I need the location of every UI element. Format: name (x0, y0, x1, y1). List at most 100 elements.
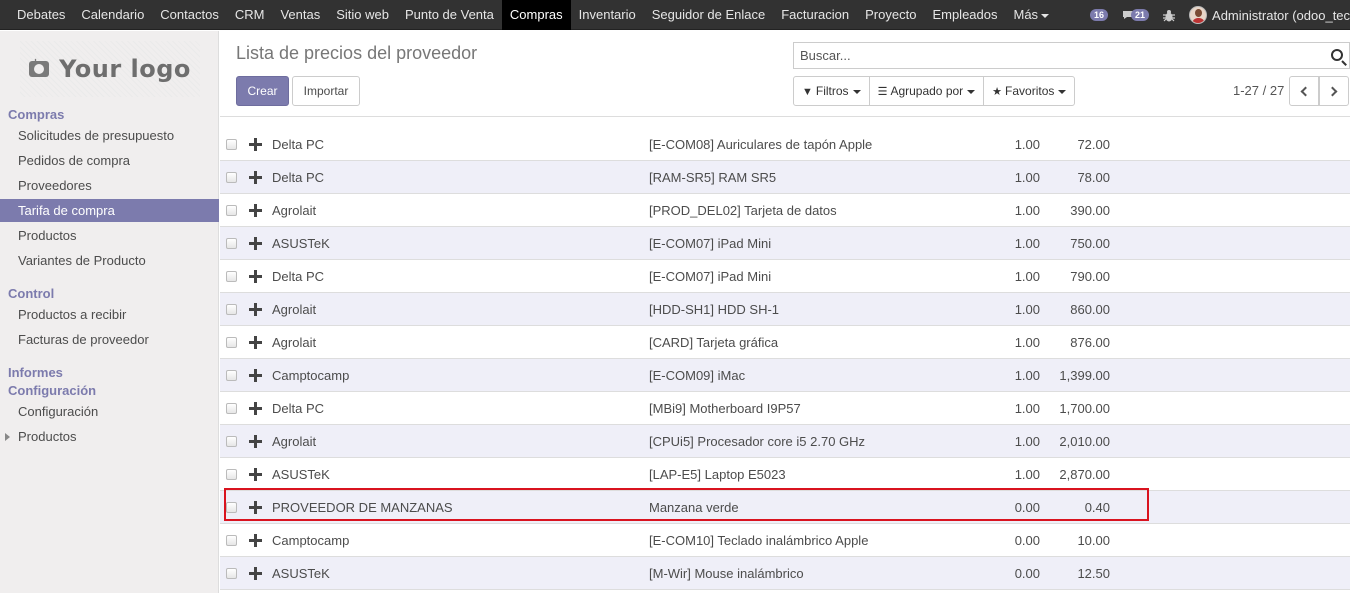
row-checkbox[interactable] (226, 139, 237, 150)
price-cell: 750.00 (1070, 236, 1110, 251)
caret-right-icon (5, 433, 10, 441)
messages-count-badge: 21 (1131, 9, 1150, 21)
drag-handle-icon[interactable] (249, 468, 262, 481)
pager-previous-button[interactable] (1289, 76, 1319, 106)
drag-handle-icon[interactable] (249, 336, 262, 349)
app-menu-item[interactable]: Punto de Venta (397, 0, 502, 30)
groupby-dropdown[interactable]: ☰ Agrupado por (870, 77, 985, 105)
row-checkbox[interactable] (226, 205, 237, 216)
app-menu-item[interactable]: Ventas (272, 0, 328, 30)
search-input[interactable] (794, 43, 1314, 68)
highlight-box (224, 488, 1149, 521)
company-logo[interactable]: + Your logo (20, 41, 200, 97)
vendor-cell: Agrolait (272, 335, 317, 350)
quantity-cell: 1.00 (1014, 368, 1040, 383)
import-button[interactable]: Importar (292, 76, 360, 106)
drag-handle-icon[interactable] (249, 534, 262, 547)
sidebar-item[interactable]: Solicitudes de presupuesto (0, 124, 219, 147)
app-menu-item[interactable]: Contactos (152, 0, 227, 30)
table-row[interactable]: Delta PC [RAM-SR5] RAM SR5 1.00 78.00 (220, 161, 1350, 194)
sidebar-item[interactable]: Productos (0, 224, 219, 247)
sidebar-item[interactable]: Proveedores (0, 174, 219, 197)
row-checkbox[interactable] (226, 436, 237, 447)
star-icon: ★ (992, 86, 1003, 98)
drag-handle-icon[interactable] (249, 435, 262, 448)
row-checkbox[interactable] (226, 172, 237, 183)
app-menu-item[interactable]: Inventario (571, 0, 644, 30)
app-menu-item[interactable]: Debates (9, 0, 73, 30)
drag-handle-icon[interactable] (249, 138, 262, 151)
table-row[interactable]: ASUSTeK [M-Wir] Mouse inalámbrico 0.00 12.5… (220, 557, 1350, 590)
quantity-cell: 1.00 (1014, 401, 1040, 416)
pager-next-button[interactable] (1319, 76, 1349, 106)
avatar[interactable] (1189, 6, 1208, 24)
quantity-cell: 1.00 (1014, 467, 1040, 482)
row-checkbox[interactable] (226, 304, 237, 315)
table-row[interactable]: Delta PC [MBi9] Motherboard I9P57 1.00 1,70… (220, 392, 1350, 425)
app-menu-item[interactable]: CRM (227, 0, 273, 30)
drag-handle-icon[interactable] (249, 171, 262, 184)
row-checkbox[interactable] (226, 370, 237, 381)
table-row[interactable]: ASUSTeK [LAP-E5] Laptop E5023 1.00 2,870.00 (220, 458, 1350, 491)
table-row[interactable]: Agrolait [CARD] Tarjeta gráfica 1.00 876.00 (220, 326, 1350, 359)
drag-handle-icon[interactable] (249, 204, 262, 217)
table-row[interactable]: Agrolait [CPUi5] Procesador core i5 2.70 … (220, 425, 1350, 458)
debug-indicator[interactable] (1163, 0, 1176, 30)
table-row[interactable]: Agrolait [PROD_DEL02] Tarjeta de datos 1.0… (220, 194, 1350, 227)
sidebar-item[interactable]: Tarifa de compra (0, 199, 219, 222)
vendor-cell: ASUSTeK (272, 566, 330, 581)
sidebar-item[interactable]: Facturas de proveedor (0, 328, 219, 351)
create-button[interactable]: Crear (236, 76, 289, 106)
app-menu-item[interactable]: Más (1006, 0, 1058, 30)
discuss-count-badge: 16 (1090, 9, 1109, 21)
groupby-label: Agrupado por (890, 84, 964, 98)
sidebar-item[interactable]: Productos (0, 425, 219, 448)
quantity-cell: 1.00 (1014, 434, 1040, 449)
app-menu-item[interactable]: Proyecto (857, 0, 924, 30)
sidebar-item[interactable]: Pedidos de compra (0, 149, 219, 172)
row-checkbox[interactable] (226, 337, 237, 348)
row-checkbox[interactable] (226, 535, 237, 546)
sidebar-item[interactable]: Configuración (0, 400, 219, 423)
app-menu-item-label: Facturacion (781, 7, 850, 22)
messages-indicator[interactable]: 21 (1122, 0, 1150, 30)
table-row[interactable]: ASUSTeK [E-COM07] iPad Mini 1.00 750.00 (220, 227, 1350, 260)
drag-handle-icon[interactable] (249, 270, 262, 283)
table-row[interactable]: Camptocamp [E-COM09] iMac 1.00 1,399.00 (220, 359, 1350, 392)
drag-handle-icon[interactable] (249, 567, 262, 580)
price-cell: 790.00 (1070, 269, 1110, 284)
app-menu-item[interactable]: Facturacion (773, 0, 857, 30)
sidebar-item[interactable]: Variantes de Producto (0, 249, 219, 272)
vendor-cell: Delta PC (272, 401, 325, 416)
app-menu-item[interactable]: Seguidor de Enlace (644, 0, 773, 30)
row-checkbox[interactable] (226, 403, 237, 414)
pager-value[interactable]: 1-27 / 27 (1233, 83, 1284, 98)
row-checkbox[interactable] (226, 271, 237, 282)
app-menu-item[interactable]: Sitio web (328, 0, 397, 30)
drag-handle-icon[interactable] (249, 303, 262, 316)
discuss-indicator[interactable]: 16 (1090, 0, 1109, 30)
app-menu-item[interactable]: Compras (501, 0, 571, 30)
app-menu-item[interactable]: Calendario (73, 0, 152, 30)
sidebar-item[interactable]: Productos a recibir (0, 303, 219, 326)
price-cell: 1,399.00 (1059, 368, 1110, 383)
sidebar-item-label: Variantes de Producto (18, 253, 146, 268)
row-checkbox[interactable] (226, 568, 237, 579)
row-checkbox[interactable] (226, 469, 237, 480)
app-menu-item-label: Ventas (280, 7, 321, 22)
app-menu: Debates Calendario Contactos CRM Ventas Sitio… (9, 0, 1057, 30)
drag-handle-icon[interactable] (249, 369, 262, 382)
drag-handle-icon[interactable] (249, 402, 262, 415)
app-menu-item[interactable]: Empleados (924, 0, 1005, 30)
table-row[interactable]: Delta PC [E-COM07] iPad Mini 1.00 790.00 (220, 260, 1350, 293)
drag-handle-icon[interactable] (249, 237, 262, 250)
row-checkbox[interactable] (226, 238, 237, 249)
table-row[interactable]: Agrolait [HDD-SH1] HDD SH-1 1.00 860.00 (220, 293, 1350, 326)
table-row[interactable]: Camptocamp [E-COM10] Teclado inalámbrico … (220, 524, 1350, 557)
table-row[interactable]: Delta PC [E-COM08] Auriculares de tapón A… (220, 128, 1350, 161)
favorites-dropdown[interactable]: ★ Favoritos (984, 77, 1074, 105)
quantity-cell: 0.00 (1014, 566, 1040, 581)
user-menu[interactable]: Administrator (odoo_tec2 (1212, 8, 1350, 23)
filters-dropdown[interactable]: ▼ Filtros (794, 77, 870, 105)
search-icon[interactable] (1331, 49, 1343, 61)
